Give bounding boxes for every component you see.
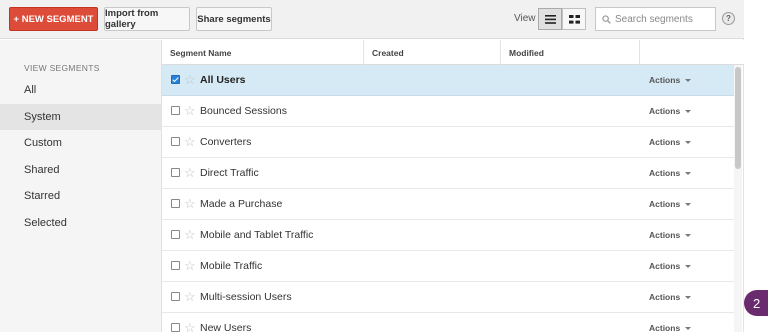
row-checkbox[interactable] <box>171 168 180 177</box>
star-icon[interactable]: ☆ <box>184 258 196 273</box>
table-row[interactable]: ☆ Direct Traffic Actions <box>162 158 734 189</box>
sidebar-item-custom[interactable]: Custom <box>0 130 162 156</box>
actions-label: Actions <box>649 168 681 178</box>
actions-menu[interactable]: Actions <box>649 199 692 209</box>
table-row[interactable]: ☆ Multi-session Users Actions <box>162 282 734 313</box>
actions-menu[interactable]: Actions <box>649 292 692 302</box>
column-header-segment-name[interactable]: Segment Name <box>162 40 364 65</box>
row-checkbox[interactable] <box>171 292 180 301</box>
segments-panel: + NEW SEGMENT Import from gallery Share … <box>0 0 744 332</box>
segment-name: New Users <box>200 322 252 332</box>
segment-name: All Users <box>200 74 246 86</box>
row-checkbox[interactable] <box>171 137 180 146</box>
star-icon[interactable]: ☆ <box>184 289 196 304</box>
help-icon[interactable]: ? <box>722 12 735 25</box>
star-icon[interactable]: ☆ <box>184 72 196 87</box>
actions-menu[interactable]: Actions <box>649 230 692 240</box>
chevron-down-icon <box>685 233 692 237</box>
sidebar-heading: VIEW SEGMENTS <box>24 63 100 73</box>
chevron-down-icon <box>685 326 692 330</box>
actions-label: Actions <box>649 261 681 271</box>
table-row[interactable]: ☆ New Users Actions <box>162 313 734 332</box>
actions-menu[interactable]: Actions <box>649 168 692 178</box>
column-header-created[interactable]: Created <box>364 40 501 65</box>
search-box[interactable] <box>595 7 716 31</box>
grid-view-button[interactable] <box>562 8 586 30</box>
actions-menu[interactable]: Actions <box>649 323 692 332</box>
chevron-down-icon <box>685 109 692 113</box>
actions-label: Actions <box>649 137 681 147</box>
row-checkbox[interactable] <box>171 230 180 239</box>
sidebar-item-system[interactable]: System <box>0 104 162 130</box>
actions-label: Actions <box>649 292 681 302</box>
row-checkbox[interactable] <box>171 261 180 270</box>
search-icon <box>602 14 611 24</box>
chevron-down-icon <box>685 202 692 206</box>
segment-name: Converters <box>200 136 252 148</box>
new-segment-button[interactable]: + NEW SEGMENT <box>9 7 98 31</box>
segment-name: Mobile and Tablet Traffic <box>200 229 314 241</box>
toolbar: + NEW SEGMENT Import from gallery Share … <box>0 0 744 39</box>
star-icon[interactable]: ☆ <box>184 103 196 118</box>
actions-menu[interactable]: Actions <box>649 75 692 85</box>
table-row[interactable]: ☆ Bounced Sessions Actions <box>162 96 734 127</box>
actions-label: Actions <box>649 199 681 209</box>
view-label: View <box>514 13 536 24</box>
notification-badge[interactable]: 2 <box>744 290 768 316</box>
scrollbar-thumb[interactable] <box>735 67 741 169</box>
column-header-actions <box>640 40 744 65</box>
row-checkbox[interactable] <box>171 106 180 115</box>
chevron-down-icon <box>685 171 692 175</box>
row-checkbox[interactable] <box>171 75 180 84</box>
chevron-down-icon <box>685 78 692 82</box>
sidebar-item-selected[interactable]: Selected <box>0 210 162 236</box>
grid-view-icon <box>568 14 580 24</box>
actions-label: Actions <box>649 75 681 85</box>
actions-label: Actions <box>649 323 681 332</box>
list-view-icon <box>544 14 556 24</box>
segment-list: ☆ All Users Actions ☆ Bounced Sessions A… <box>162 65 734 332</box>
table-row[interactable]: ☆ Made a Purchase Actions <box>162 189 734 220</box>
segment-name: Mobile Traffic <box>200 260 263 272</box>
sidebar-item-all[interactable]: All <box>0 77 162 103</box>
table-row[interactable]: ☆ Mobile and Tablet Traffic Actions <box>162 220 734 251</box>
table-row[interactable]: ☆ Mobile Traffic Actions <box>162 251 734 282</box>
segment-name: Made a Purchase <box>200 198 283 210</box>
segment-name: Bounced Sessions <box>200 105 287 117</box>
list-view-button[interactable] <box>538 8 562 30</box>
actions-menu[interactable]: Actions <box>649 137 692 147</box>
star-icon[interactable]: ☆ <box>184 320 196 332</box>
table-row[interactable]: ☆ Converters Actions <box>162 127 734 158</box>
star-icon[interactable]: ☆ <box>184 165 196 180</box>
chevron-down-icon <box>685 264 692 268</box>
actions-label: Actions <box>649 106 681 116</box>
import-from-gallery-button[interactable]: Import from gallery <box>104 7 190 31</box>
actions-menu[interactable]: Actions <box>649 261 692 271</box>
row-checkbox[interactable] <box>171 323 180 332</box>
column-header-modified[interactable]: Modified <box>501 40 640 65</box>
chevron-down-icon <box>685 295 692 299</box>
share-segments-button[interactable]: Share segments <box>196 7 272 31</box>
table-row[interactable]: ☆ All Users Actions <box>162 65 734 96</box>
sidebar-item-shared[interactable]: Shared <box>0 157 162 183</box>
table-header: Segment Name Created Modified <box>162 40 744 65</box>
row-checkbox[interactable] <box>171 199 180 208</box>
segment-name: Multi-session Users <box>200 291 292 303</box>
segment-name: Direct Traffic <box>200 167 259 179</box>
actions-menu[interactable]: Actions <box>649 106 692 116</box>
actions-label: Actions <box>649 230 681 240</box>
sidebar: VIEW SEGMENTS All System Custom Shared S… <box>0 40 162 332</box>
star-icon[interactable]: ☆ <box>184 134 196 149</box>
star-icon[interactable]: ☆ <box>184 227 196 242</box>
search-input[interactable] <box>615 13 713 25</box>
sidebar-item-starred[interactable]: Starred <box>0 183 162 209</box>
chevron-down-icon <box>685 140 692 144</box>
star-icon[interactable]: ☆ <box>184 196 196 211</box>
